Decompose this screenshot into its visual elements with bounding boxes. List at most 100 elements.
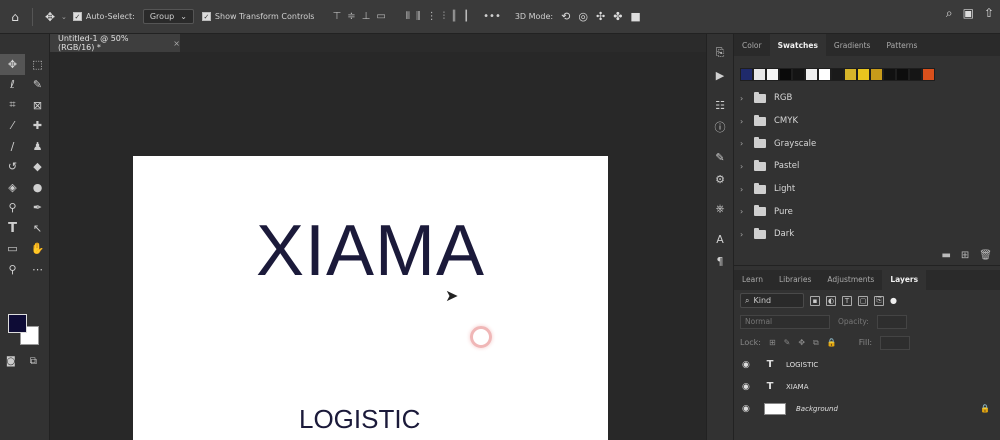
quick-mask-icon[interactable]: ◙ [6, 356, 16, 367]
layer-kind-filter[interactable]: ⌕ Kind [740, 293, 804, 309]
swatch-folder[interactable]: › Grayscale [734, 132, 1000, 155]
zoom-tool-icon[interactable]: ⚲ [0, 259, 25, 280]
rectangle-tool-icon[interactable]: ▭ [0, 239, 25, 260]
info-panel-icon[interactable]: ⓘ [707, 116, 733, 138]
close-icon[interactable]: × [173, 39, 180, 48]
type-tool-icon[interactable]: T [0, 218, 25, 239]
stamp-tool-icon[interactable]: ♟ [25, 136, 50, 157]
color-swatch[interactable] [740, 68, 753, 81]
bucket-tool-icon[interactable]: ◈ [0, 177, 25, 198]
pen-tool-icon[interactable]: ✒ [25, 198, 50, 219]
auto-select-option[interactable]: ✓ Auto-Select: [72, 12, 135, 21]
filter-toggle-icon[interactable]: ● [890, 296, 897, 305]
color-swatch[interactable] [909, 68, 922, 81]
orbit-3d-icon[interactable]: ⟲ [561, 10, 570, 23]
color-swatch[interactable] [857, 68, 870, 81]
healing-tool-icon[interactable]: ✚ [25, 116, 50, 137]
tab-libraries[interactable]: Libraries [771, 270, 819, 290]
adjustments-panel-icon[interactable]: ☷ [707, 94, 733, 116]
eraser-tool-icon[interactable]: ◆ [25, 157, 50, 178]
color-swatch[interactable] [818, 68, 831, 81]
tab-gradients[interactable]: Gradients [826, 34, 879, 56]
opacity-input[interactable] [876, 314, 907, 329]
swatch-folder[interactable]: › Dark [734, 223, 1000, 246]
lock-position-icon[interactable]: ✥ [798, 338, 805, 347]
hand-tool-icon[interactable]: ✋ [25, 239, 50, 260]
quick-select-tool-icon[interactable]: ✎ [25, 75, 50, 96]
shape-filter-icon[interactable]: ▢ [858, 295, 868, 306]
distribute-icon[interactable]: ⫶ [443, 11, 446, 22]
canvas-title-text[interactable]: XIAMA [256, 210, 485, 292]
history-panel-icon[interactable]: ⎘ [707, 42, 733, 64]
align-vcenter-icon[interactable]: ⫼ [416, 11, 421, 22]
lock-artboard-icon[interactable]: ⧉ [813, 338, 819, 348]
auto-select-dropdown[interactable]: Group ⌄ [142, 9, 194, 24]
chevron-down-icon[interactable]: ⌄ [61, 13, 67, 21]
distribute-v-icon[interactable]: ┃ [463, 11, 469, 22]
tab-adjustments[interactable]: Adjustments [819, 270, 882, 290]
search-icon[interactable]: ⌕ [946, 6, 953, 21]
type-filter-icon[interactable]: T [842, 295, 852, 306]
properties-panel-icon[interactable]: ⚙ [707, 168, 733, 190]
path-select-tool-icon[interactable]: ↖ [25, 218, 50, 239]
blend-mode-select[interactable]: Normal [740, 314, 830, 329]
history-brush-icon[interactable]: ↺ [0, 157, 25, 178]
document-tab[interactable]: Untitled-1 @ 50% (RGB/16) * × [50, 34, 180, 52]
align-bottom-icon[interactable]: ⊥ [362, 11, 371, 22]
eye-icon[interactable]: ◉ [742, 404, 754, 414]
color-swatch[interactable] [896, 68, 909, 81]
eye-icon[interactable]: ◉ [742, 360, 754, 370]
align-hcenter-icon[interactable]: ⫴ [406, 11, 410, 22]
crop-tool-icon[interactable]: ⌗ [0, 95, 25, 116]
canvas-subtitle-text[interactable]: LOGISTIC [299, 404, 420, 435]
brush-settings-icon[interactable]: ✎ [707, 146, 733, 168]
actions-panel-icon[interactable]: ▶ [707, 64, 733, 86]
pixel-filter-icon[interactable]: ▪ [810, 295, 820, 306]
align-left-icon[interactable]: ▭ [376, 11, 385, 22]
paragraph-panel-icon[interactable]: ¶ [707, 250, 733, 272]
share-icon[interactable]: ⇧ [984, 6, 994, 21]
screen-mode-icon[interactable]: ⧉ [30, 356, 37, 367]
color-swatch[interactable] [766, 68, 779, 81]
auto-select-checkbox[interactable]: ✓ [72, 12, 82, 21]
layer-row[interactable]: ◉ T LOGISTIC [734, 354, 1000, 376]
canvas-workspace[interactable]: XIAMA LOGISTIC ➤ [50, 52, 706, 440]
move-tool-icon[interactable]: ✥ [0, 54, 25, 75]
show-transform-option[interactable]: ✓ Show Transform Controls [201, 12, 314, 21]
tab-patterns[interactable]: Patterns [878, 34, 925, 56]
lock-all-icon[interactable]: 🔒 [827, 338, 837, 347]
swatch-folder[interactable]: › Pastel [734, 155, 1000, 178]
tab-swatches[interactable]: Swatches [769, 34, 826, 56]
tab-color[interactable]: Color [734, 34, 770, 56]
layer-row[interactable]: ◉ Background 🔒 [734, 398, 1000, 420]
color-swatch[interactable] [831, 68, 844, 81]
trash-icon[interactable]: 🗑 [979, 250, 992, 261]
align-right-icon[interactable]: ⋮ [427, 11, 437, 22]
align-top-icon[interactable]: ⊤ [332, 11, 341, 22]
lasso-tool-icon[interactable]: ℓ [0, 75, 25, 96]
swatch-folder[interactable]: › Pure [734, 200, 1000, 223]
color-swatch[interactable] [883, 68, 896, 81]
new-swatch-icon[interactable]: ⊞ [961, 250, 969, 261]
marquee-tool-icon[interactable]: ⬚ [25, 54, 50, 75]
swatch-folder[interactable]: › RGB [734, 87, 1000, 110]
layer-row[interactable]: ◉ T XIAMA [734, 376, 1000, 398]
color-swatch[interactable] [870, 68, 883, 81]
pan-3d-icon[interactable]: ✣ [596, 10, 605, 23]
slide-3d-icon[interactable]: ✤ [613, 10, 622, 23]
show-transform-checkbox[interactable]: ✓ [201, 12, 211, 21]
roll-3d-icon[interactable]: ◎ [578, 10, 588, 23]
document-canvas[interactable]: XIAMA LOGISTIC ➤ [133, 156, 608, 440]
color-swatch[interactable] [805, 68, 818, 81]
lock-pixels-icon[interactable]: ⊞ [769, 338, 776, 347]
tab-learn[interactable]: Learn [734, 270, 771, 290]
color-swatch[interactable] [792, 68, 805, 81]
color-swatch[interactable] [779, 68, 792, 81]
scale-3d-icon[interactable]: ■ [630, 10, 640, 23]
fill-input[interactable] [880, 335, 911, 350]
swatch-folder[interactable]: › CMYK [734, 110, 1000, 133]
dodge-tool-icon[interactable]: ⚲ [0, 198, 25, 219]
foreground-color[interactable] [8, 314, 27, 333]
eyedropper-tool-icon[interactable]: ⁄ [0, 116, 25, 137]
clone-source-icon[interactable]: ⎈ [707, 198, 733, 220]
